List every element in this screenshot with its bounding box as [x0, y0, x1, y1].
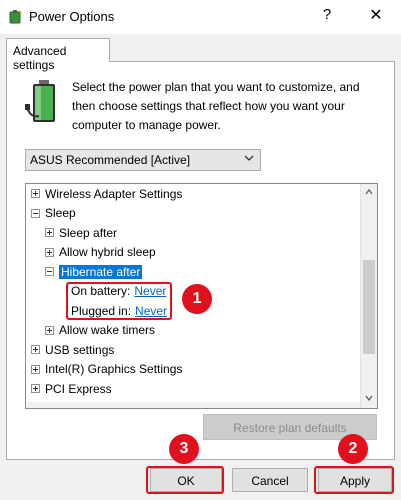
expand-icon[interactable]	[31, 384, 40, 394]
horizontal-scrollbar[interactable]	[26, 402, 360, 408]
tree-node-label: Allow wake timers	[59, 323, 156, 338]
power-plan-dropdown[interactable]: ASUS Recommended [Active]	[25, 149, 261, 171]
cancel-button[interactable]: Cancel	[232, 468, 308, 492]
tree-node-label: PCI Express	[45, 381, 112, 396]
scroll-down-icon[interactable]	[365, 394, 373, 402]
tree-node-pci-express[interactable]: PCI Express	[31, 379, 112, 399]
tree-node-allow-hybrid-sleep[interactable]: Allow hybrid sleep	[45, 243, 156, 263]
tree-node-sleep-after[interactable]: Sleep after	[45, 223, 117, 243]
expand-icon[interactable]	[45, 228, 54, 238]
tree-node-label: Sleep	[45, 206, 76, 221]
expand-icon[interactable]	[31, 364, 40, 374]
annotation-badge-2: 2	[338, 434, 368, 464]
expand-icon[interactable]	[31, 345, 40, 355]
power-options-icon	[9, 10, 22, 24]
close-button[interactable]: ✕	[366, 5, 386, 27]
collapse-icon[interactable]	[31, 208, 40, 218]
help-button[interactable]: ?	[318, 6, 336, 26]
tree-node-allow-wake-timers[interactable]: Allow wake timers	[45, 321, 155, 341]
chevron-down-icon	[244, 155, 254, 161]
tree-node-usb-settings[interactable]: USB settings	[31, 340, 114, 360]
tree-node-hibernate-after[interactable]: Hibernate after	[45, 262, 143, 282]
battery-icon	[25, 80, 55, 122]
tree-node-label: Wireless Adapter Settings	[45, 186, 183, 201]
title-bar: Power Options ? ✕	[0, 0, 401, 34]
window-title: Power Options	[29, 9, 115, 24]
expand-icon[interactable]	[45, 247, 54, 257]
tree-node-sleep[interactable]: Sleep	[31, 204, 76, 224]
tree-node-label: Intel(R) Graphics Settings	[45, 362, 183, 377]
tree-node-label: Hibernate after	[59, 264, 143, 279]
scroll-up-icon[interactable]	[365, 188, 373, 196]
tab-advanced-settings[interactable]: Advanced settings	[6, 38, 110, 72]
tree-node-label: Sleep after	[59, 225, 118, 240]
power-plan-selected: ASUS Recommended [Active]	[30, 153, 191, 167]
tree-node-label: USB settings	[45, 342, 115, 357]
tree-node-wireless-adapter[interactable]: Wireless Adapter Settings	[31, 184, 182, 204]
annotation-box-ok	[146, 466, 224, 494]
collapse-icon[interactable]	[45, 267, 54, 277]
expand-icon[interactable]	[31, 189, 40, 199]
annotation-box-apply	[314, 466, 394, 494]
tree-node-intel-graphics[interactable]: Intel(R) Graphics Settings	[31, 360, 182, 380]
scrollbar-thumb[interactable]	[363, 260, 375, 354]
description-text: Select the power plan that you want to c…	[72, 80, 360, 132]
dialog-body: Advanced settings Select the power plan …	[0, 34, 401, 500]
annotation-badge-1: 1	[182, 284, 212, 314]
annotation-box-hibernate-values	[66, 282, 172, 320]
expand-icon[interactable]	[45, 325, 54, 335]
annotation-badge-3: 3	[169, 434, 199, 464]
settings-panel: Select the power plan that you want to c…	[6, 61, 395, 460]
vertical-scrollbar[interactable]	[360, 184, 377, 408]
tree-node-label: Allow hybrid sleep	[59, 245, 156, 260]
